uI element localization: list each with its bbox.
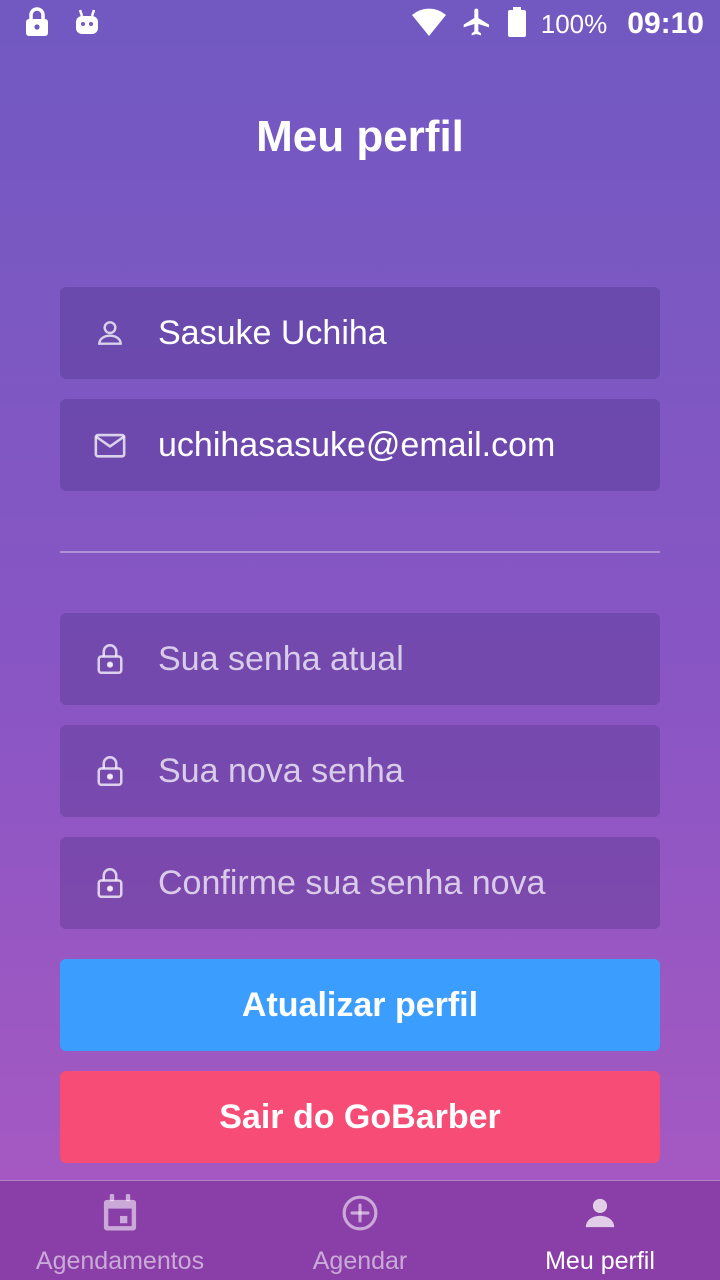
tab-meu-perfil[interactable]: Meu perfil [480,1181,720,1280]
tab-agendar-label: Agendar [312,1247,408,1275]
battery-percent: 100% [540,8,608,39]
lock-icon [92,865,128,901]
lock-icon [24,6,50,42]
user-icon [92,315,128,351]
calendar-icon [100,1193,140,1233]
clock: 09:10 [627,7,704,40]
page-title: Meu perfil [256,112,464,161]
email-field[interactable]: uchihasasuke@email.com [60,399,660,491]
tab-meu-perfil-label: Meu perfil [545,1247,655,1275]
person-icon [580,1193,620,1233]
old-password-field[interactable]: Sua senha atual [60,613,660,705]
name-field[interactable]: Sasuke Uchiha [60,287,660,379]
tab-agendar[interactable]: Agendar [240,1181,480,1280]
confirm-password-placeholder: Confirme sua senha nova [158,863,546,902]
airplane-icon [461,6,493,43]
section-divider [60,551,660,553]
tab-agendamentos-label: Agendamentos [35,1247,205,1275]
update-profile-button[interactable]: Atualizar perfil [60,959,660,1051]
old-password-placeholder: Sua senha atual [158,639,404,678]
lock-icon [92,753,128,789]
logout-button[interactable]: Sair do GoBarber [60,1071,660,1163]
android-icon [74,8,100,41]
tab-agendamentos[interactable]: Agendamentos [0,1181,240,1280]
status-bar: 100% 09:10 [0,0,720,48]
add-circle-icon [340,1193,380,1233]
email-value: uchihasasuke@email.com [158,425,556,464]
new-password-field[interactable]: Sua nova senha [60,725,660,817]
mail-icon [92,427,128,463]
battery-icon [507,6,527,42]
wifi-icon [411,7,447,42]
bottom-tab-bar: Agendamentos Agendar Meu perfil [0,1180,720,1280]
confirm-password-field[interactable]: Confirme sua senha nova [60,837,660,929]
new-password-placeholder: Sua nova senha [158,751,404,790]
lock-icon [92,641,128,677]
name-value: Sasuke Uchiha [158,313,387,352]
